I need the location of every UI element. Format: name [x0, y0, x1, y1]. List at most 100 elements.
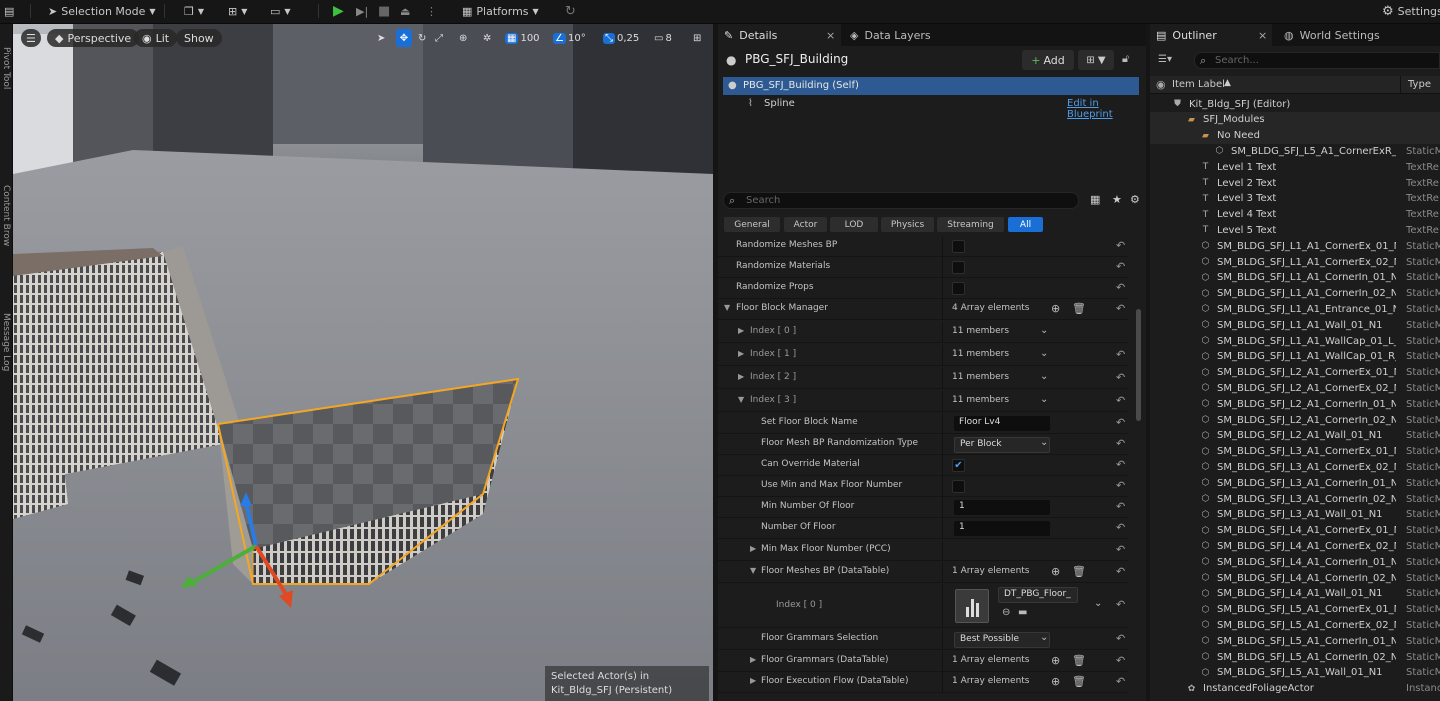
collapsed-arrow-icon[interactable]: ▶ — [750, 544, 756, 553]
show-button[interactable]: Show — [176, 29, 222, 47]
outliner-row[interactable]: ⬡ SM_BLDG_SFJ_L2_A1_CornerIn_01_N1 StaticM — [1150, 396, 1440, 412]
outliner-row[interactable]: ⬡ SM_BLDG_SFJ_L1_A1_CornerEx_02_N StaticM — [1150, 254, 1440, 270]
lock-icon[interactable]: 🔓︎ — [1122, 52, 1129, 66]
collapsed-arrow-icon[interactable]: ▶ — [750, 676, 756, 685]
filter-general[interactable]: General — [724, 217, 780, 232]
reset-icon[interactable]: ↶ — [1116, 458, 1125, 471]
datatable-asset-dropdown[interactable]: DT_PBG_Floor_ — [998, 587, 1078, 603]
outliner-row[interactable]: ⬡ SM_BLDG_SFJ_L4_A1_CornerIn_02_N1 StaticM — [1150, 570, 1440, 586]
side-tab-message-log[interactable]: Message Log — [1, 313, 11, 371]
use-selected-icon[interactable]: ▬ — [1018, 607, 1027, 618]
scale-tool-icon[interactable]: ⤢ — [435, 29, 443, 47]
reset-icon[interactable]: ↶ — [1116, 394, 1125, 407]
star-icon[interactable]: ★ — [1112, 193, 1122, 206]
outliner-row[interactable]: ⬡ SM_BLDG_SFJ_L3_A1_CornerEx_02_N StaticM — [1150, 459, 1440, 475]
reset-icon[interactable]: ↶ — [1116, 260, 1125, 273]
settings-button[interactable]: ⚙ Settings — [1382, 0, 1440, 22]
outliner-row[interactable]: ⬡ SM_BLDG_SFJ_L5_A1_CornerEx_01_N StaticM — [1150, 602, 1440, 618]
surface-snap-icon[interactable]: ✲ — [483, 29, 491, 47]
min-floor-input[interactable]: 1 — [954, 500, 1050, 515]
outliner-row[interactable]: ▰ SFJ_Modules — [1150, 111, 1440, 128]
outliner-row[interactable]: ⬡ SM_BLDG_SFJ_L1_A1_CornerEx_01_N StaticM — [1150, 238, 1440, 254]
trash-icon[interactable]: 🗑︎ — [1072, 302, 1086, 315]
play-icon[interactable]: ▶ — [333, 0, 344, 22]
edit-in-blueprint-link[interactable]: Edit in Blueprint — [1067, 98, 1146, 120]
add-element-icon[interactable]: ⊕ — [1051, 302, 1060, 315]
collapsed-arrow-icon[interactable]: ▶ — [750, 655, 756, 664]
outliner-row[interactable]: ⬡ SM_BLDG_SFJ_L5_A1_CornerIn_02_N1 StaticM — [1150, 649, 1440, 665]
reset-icon[interactable]: ↶ — [1116, 598, 1125, 611]
outliner-row[interactable]: ⬡ SM_BLDG_SFJ_L5_A1_CornerEx_02_N StaticM — [1150, 617, 1440, 633]
reset-icon[interactable]: ↶ — [1116, 565, 1125, 578]
tab-data-layers[interactable]: ◈ Data Layers — [850, 24, 931, 46]
tab-world-settings[interactable]: ◍ World Settings — [1284, 24, 1380, 46]
scrollbar[interactable] — [1136, 309, 1141, 421]
save-icon[interactable]: ▤ — [4, 0, 14, 22]
reset-icon[interactable]: ↶ — [1116, 348, 1125, 361]
component-spline[interactable]: Spline — [764, 98, 795, 109]
close-icon[interactable]: × — [1258, 29, 1267, 42]
reset-icon[interactable]: ↶ — [1116, 416, 1125, 429]
chevron-down-icon[interactable]: ⌄ — [1094, 598, 1102, 609]
side-tab-pivot-tool[interactable]: Pivot Tool — [1, 47, 11, 99]
outliner-row[interactable]: ⬡ SM_BLDG_SFJ_L5_A1_Wall_01_N1 StaticM — [1150, 665, 1440, 681]
chevron-down-icon[interactable]: ⌄ — [1040, 348, 1048, 359]
add-element-icon[interactable]: ⊕ — [1051, 565, 1060, 578]
details-search-input[interactable]: ⌕ Search — [723, 192, 1079, 209]
filter-icon[interactable]: ☰▾ — [1158, 54, 1172, 65]
outliner-search-input[interactable]: ⌕ Search... — [1194, 52, 1440, 69]
reset-icon[interactable]: ↶ — [1116, 500, 1125, 513]
step-icon[interactable]: ▶| — [356, 0, 368, 22]
outliner-row[interactable]: ⬡ SM_BLDG_SFJ_L3_A1_CornerIn_01_N1 StaticM — [1150, 475, 1440, 491]
platforms-dropdown[interactable]: ▦ Platforms ▼ — [462, 0, 539, 22]
outliner-row[interactable]: T Level 2 Text TextRe — [1150, 175, 1440, 191]
outliner-row[interactable]: ▰ No Need — [1150, 127, 1440, 144]
outliner-row[interactable]: ⬡ SM_BLDG_SFJ_L4_A1_Wall_01_N1 StaticM — [1150, 586, 1440, 602]
reset-icon[interactable]: ↶ — [1116, 521, 1125, 534]
maximize-viewport-icon[interactable]: ⊞ — [693, 29, 701, 47]
reset-icon[interactable]: ↶ — [1116, 437, 1125, 450]
viewport-menu-button[interactable]: ☰ — [21, 29, 41, 47]
blueprint-button[interactable]: ⊞ ▼ — [228, 0, 247, 22]
browse-icon[interactable]: ⊖ — [1002, 607, 1010, 618]
outliner-row[interactable]: T Level 4 Text TextRe — [1150, 207, 1440, 223]
floor-block-name-input[interactable]: Floor Lv4 — [954, 416, 1050, 431]
more-options-icon[interactable]: ⋮ — [426, 0, 437, 22]
chevron-down-icon[interactable]: ⌄ — [1040, 394, 1048, 405]
side-tab-content-browser[interactable]: Content Brow — [1, 185, 11, 246]
camera-speed-button[interactable]: ▭ 8 — [654, 29, 672, 47]
reset-icon[interactable]: ↶ — [1116, 371, 1125, 384]
trash-icon[interactable]: 🗑︎ — [1072, 565, 1086, 578]
selection-mode-dropdown[interactable]: ➤ Selection Mode ▼ — [48, 0, 156, 22]
move-tool-icon[interactable]: ✥ — [396, 29, 412, 47]
level-viewport[interactable]: ☰ ◆ Perspective ◉ Lit Show ➤ ✥ ↻ ⤢ ⊕ ✲ ▦ 10… — [13, 24, 713, 701]
outliner-row[interactable]: ⬡ SM_BLDG_SFJ_L2_A1_CornerEx_02_N StaticM — [1150, 380, 1440, 396]
trash-icon[interactable]: 🗑︎ — [1072, 654, 1086, 667]
column-item-label[interactable]: Item Label — [1172, 79, 1225, 90]
reset-icon[interactable]: ↶ — [1116, 654, 1125, 667]
reset-icon[interactable]: ↶ — [1116, 632, 1125, 645]
reset-icon[interactable]: ↶ — [1116, 543, 1125, 556]
outliner-row[interactable]: ⬡ SM_BLDG_SFJ_L3_A1_CornerIn_02_N1 StaticM — [1150, 491, 1440, 507]
filter-streaming[interactable]: Streaming — [937, 217, 1004, 232]
world-space-icon[interactable]: ⊕ — [459, 29, 467, 47]
reset-icon[interactable]: ↶ — [1116, 302, 1125, 315]
select-tool-icon[interactable]: ➤ — [377, 29, 385, 47]
outliner-row[interactable]: ⬡ SM_BLDG_SFJ_L1_A1_Wall_01_N1 StaticM — [1150, 317, 1440, 333]
outliner-row[interactable]: ⬡ SM_BLDG_SFJ_L4_A1_CornerEx_02_N StaticM — [1150, 538, 1440, 554]
outliner-row[interactable]: ✿ InstancedFoliageActor Instanc — [1150, 681, 1440, 697]
outliner-row[interactable]: ⬡ SM_BLDG_SFJ_L1_A1_Entrance_01_N1 StaticM — [1150, 301, 1440, 317]
outliner-row[interactable]: T Level 3 Text TextRe — [1150, 191, 1440, 207]
collapsed-arrow-icon[interactable]: ▶ — [738, 349, 744, 358]
datatable-thumbnail[interactable] — [955, 589, 989, 623]
filter-actor[interactable]: Actor — [784, 217, 827, 232]
collapsed-arrow-icon[interactable]: ▶ — [738, 372, 744, 381]
expanded-arrow-icon[interactable]: ▼ — [750, 566, 756, 575]
outliner-row[interactable]: ⬡ SM_BLDG_SFJ_L4_A1_CornerIn_01_N1 StaticM — [1150, 554, 1440, 570]
trash-icon[interactable]: 🗑︎ — [1072, 675, 1086, 688]
gear-icon[interactable]: ⚙ — [1130, 193, 1140, 206]
outliner-row[interactable]: ⬡ SM_BLDG_SFJ_L5_A1_CornerIn_01_N1 StaticM — [1150, 633, 1440, 649]
add-element-icon[interactable]: ⊕ — [1051, 654, 1060, 667]
cinematics-button[interactable]: ▭ ▼ — [270, 0, 291, 22]
filter-all[interactable]: All — [1008, 217, 1043, 232]
